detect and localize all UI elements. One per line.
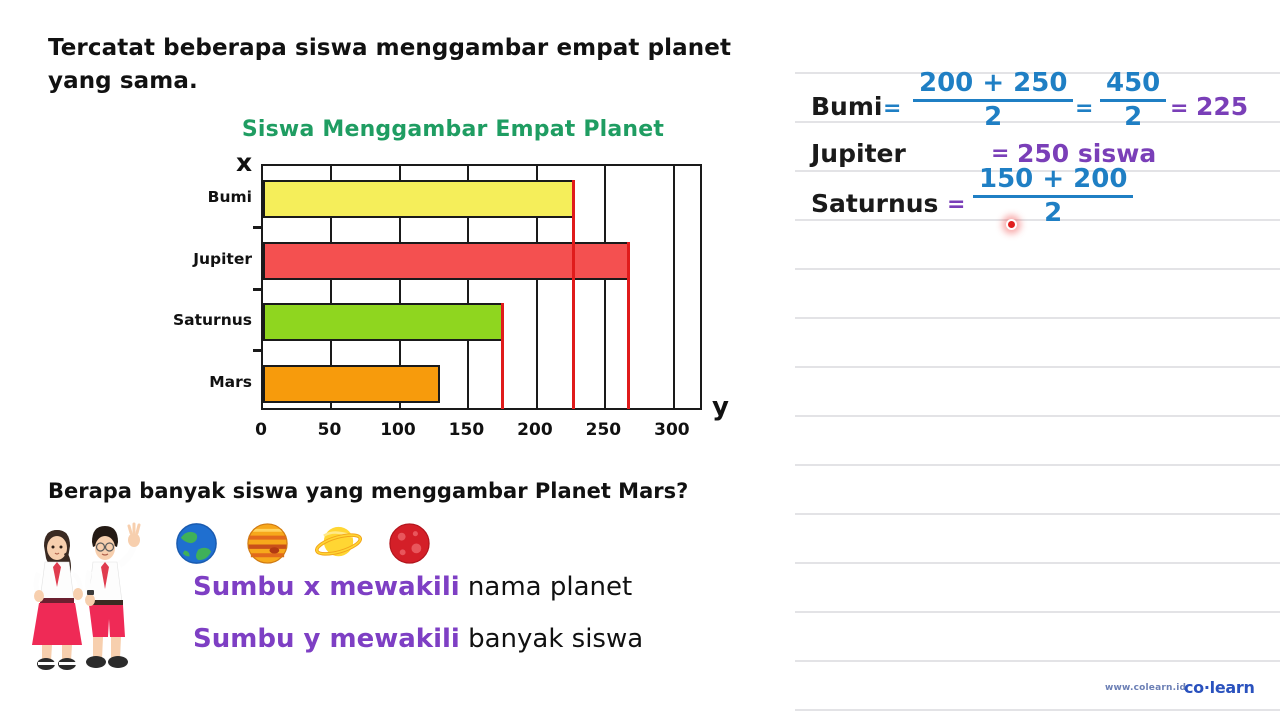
fraction-denominator: 2 bbox=[913, 98, 1074, 133]
category-label-saturnus: Saturnus bbox=[172, 311, 252, 329]
notebook-rule-line bbox=[795, 415, 1280, 417]
fraction-denominator: 2 bbox=[973, 194, 1134, 229]
chart-gridline bbox=[604, 166, 607, 408]
bar-bumi bbox=[263, 180, 574, 218]
fraction-numerator: 200 + 250 bbox=[919, 68, 1068, 98]
x-axis-tick-label: 0 bbox=[255, 420, 267, 440]
category-label-jupiter: Jupiter bbox=[193, 250, 252, 268]
worksheet-fraction-saturnus: 150 + 200 2 bbox=[973, 164, 1134, 229]
chart-title: Siswa Menggambar Empat Planet bbox=[241, 117, 665, 142]
x-axis-tick-label: 200 bbox=[517, 420, 553, 440]
notebook-rule-line bbox=[795, 366, 1280, 368]
colearn-logo: co·learn bbox=[1184, 678, 1255, 697]
worksheet-equals-saturnus: = bbox=[947, 192, 966, 217]
note-sumbu-y-highlight: Sumbu y mewakili bbox=[193, 624, 460, 654]
x-axis-tick-label: 300 bbox=[654, 420, 690, 440]
y-axis-letter: y bbox=[712, 392, 729, 422]
saturn-planet-icon bbox=[315, 526, 362, 557]
notebook-rule-line bbox=[795, 611, 1280, 613]
notebook-rule-line bbox=[795, 660, 1280, 662]
jupiter-planet-icon bbox=[247, 523, 288, 564]
note-sumbu-x-highlight: Sumbu x mewakili bbox=[193, 572, 460, 602]
chart-gridline bbox=[672, 166, 675, 408]
fraction-denominator: 2 bbox=[1100, 98, 1167, 133]
illustration-row: Sumbu x mewakili nama planet Sumbu y mew… bbox=[30, 512, 790, 682]
chart-marker-line bbox=[627, 242, 631, 409]
worksheet-equals-2: = bbox=[1075, 96, 1094, 121]
worksheet-page: Tercatat beberapa siswa menggambar empat… bbox=[0, 0, 1280, 720]
chart-marker-line bbox=[501, 303, 505, 409]
footer-url: www.colearn.id bbox=[1105, 683, 1187, 693]
x-axis-tick-label: 50 bbox=[317, 420, 342, 440]
chart-marker-line bbox=[572, 180, 576, 409]
bar-mars bbox=[263, 365, 440, 403]
worksheet-result-bumi: 225 bbox=[1196, 92, 1249, 121]
notebook-rule-line bbox=[795, 709, 1280, 711]
planet-icon-group bbox=[173, 520, 435, 570]
worksheet-equals-3: = bbox=[1170, 96, 1189, 121]
category-label-mars: Mars bbox=[209, 373, 252, 391]
logo-part-a: co bbox=[1184, 678, 1204, 697]
worksheet-equals-1: = bbox=[883, 96, 902, 121]
worksheet-fraction-bumi-2: 450 2 bbox=[1100, 68, 1167, 133]
mars-planet-icon bbox=[389, 523, 430, 564]
worksheet-fraction-bumi-1: 200 + 250 2 bbox=[913, 68, 1074, 133]
category-label-bumi: Bumi bbox=[207, 188, 252, 206]
notebook-rule-line bbox=[795, 464, 1280, 466]
x-axis-tick-label: 100 bbox=[380, 420, 416, 440]
category-label-group: Bumi Jupiter Saturnus Mars bbox=[30, 164, 252, 410]
note-sumbu-x-rest: nama planet bbox=[459, 572, 633, 602]
cursor-pointer-dot bbox=[1006, 219, 1017, 230]
students-illustration bbox=[32, 522, 141, 670]
note-sumbu-y-rest: banyak siswa bbox=[459, 624, 644, 654]
worksheet-label-bumi: Bumi bbox=[811, 92, 883, 121]
fraction-numerator: 150 + 200 bbox=[979, 164, 1128, 194]
logo-part-b: learn bbox=[1209, 678, 1255, 697]
x-axis-tick-label: 250 bbox=[585, 420, 622, 440]
prompt-text: Tercatat beberapa siswa menggambar empat… bbox=[48, 35, 732, 95]
earth-planet-icon bbox=[176, 523, 217, 564]
notebook-rule-line bbox=[795, 513, 1280, 515]
bar-saturnus bbox=[263, 303, 503, 341]
question-text: Berapa banyak siswa yang menggambar Plan… bbox=[48, 479, 689, 503]
notebook-rule-line bbox=[795, 268, 1280, 270]
worksheet-equals-jupiter: = bbox=[991, 141, 1010, 166]
notebook-panel: Bumi = 200 + 250 2 = 450 2 = 225 Jupiter… bbox=[795, 0, 1280, 720]
note-sumbu-x: Sumbu x mewakili nama planet bbox=[193, 572, 632, 602]
worksheet-label-jupiter: Jupiter bbox=[811, 139, 906, 168]
bar-chart-plot-area bbox=[261, 164, 702, 410]
note-sumbu-y: Sumbu y mewakili banyak siswa bbox=[193, 624, 643, 654]
notebook-rule-line bbox=[795, 562, 1280, 564]
left-content-panel: Tercatat beberapa siswa menggambar empat… bbox=[0, 0, 795, 720]
x-axis-tick-label: 150 bbox=[448, 420, 485, 440]
fraction-numerator: 450 bbox=[1106, 68, 1161, 98]
notebook-rule-line bbox=[795, 317, 1280, 319]
worksheet-label-saturnus: Saturnus bbox=[811, 189, 939, 218]
